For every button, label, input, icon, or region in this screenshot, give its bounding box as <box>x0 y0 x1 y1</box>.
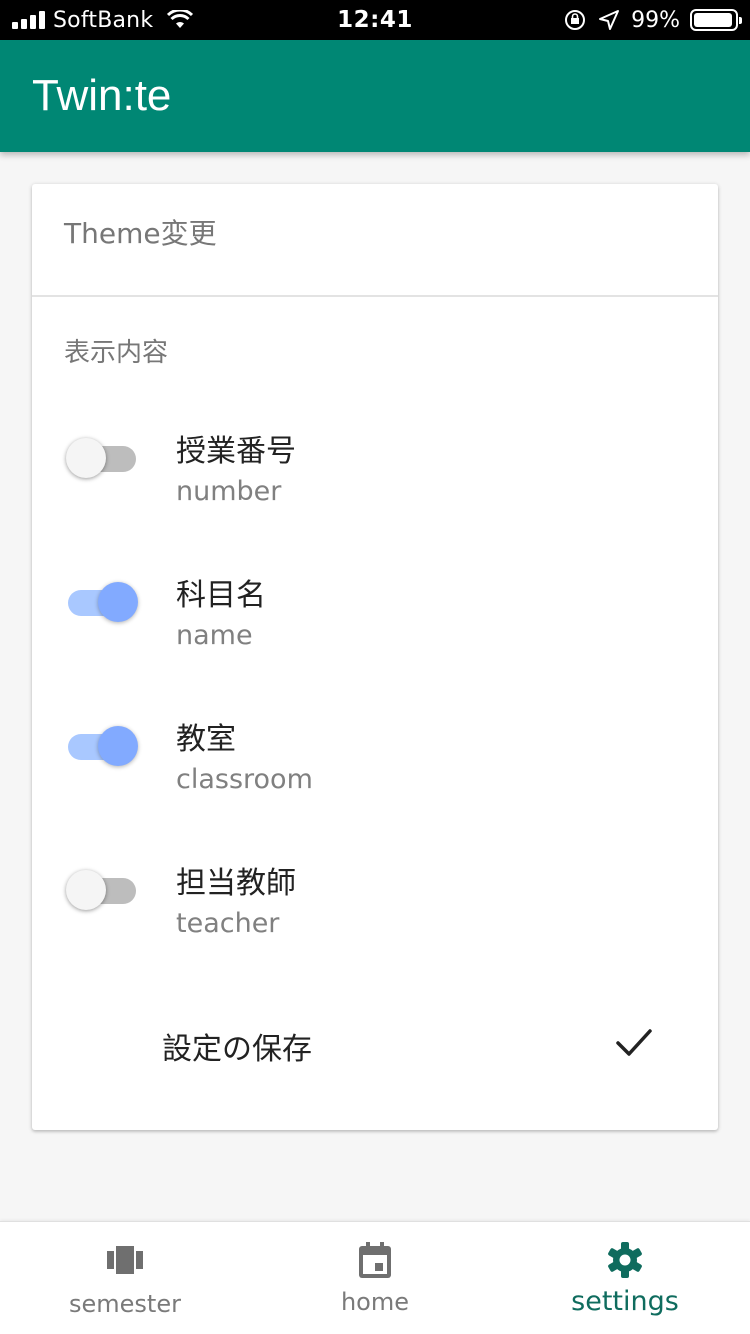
settings-card: Theme変更 表示内容 授業番号 number 科目名 name 教室 cla… <box>32 184 718 1130</box>
name-toggle[interactable] <box>66 580 138 624</box>
display-content-heading: 表示内容 <box>64 338 169 368</box>
bottom-navigation: semester home settings <box>0 1221 750 1334</box>
setting-row-number: 授業番号 number <box>32 426 718 526</box>
orientation-lock-icon <box>565 10 586 30</box>
teacher-toggle[interactable] <box>66 868 138 912</box>
save-settings-button[interactable]: 設定の保存 <box>32 1004 718 1084</box>
setting-title: 教室 <box>176 722 236 757</box>
status-bar: SoftBank 12:41 99% <box>0 0 750 40</box>
setting-title: 担当教師 <box>176 866 296 901</box>
nav-home[interactable]: home <box>250 1222 500 1334</box>
number-toggle[interactable] <box>66 436 138 480</box>
setting-row-classroom: 教室 classroom <box>32 714 718 814</box>
nav-semester[interactable]: semester <box>0 1222 250 1334</box>
switch-thumb <box>98 726 138 766</box>
calendar-icon <box>359 1242 391 1278</box>
location-arrow-icon <box>599 10 620 30</box>
theme-change-label: Theme変更 <box>64 217 217 250</box>
switch-thumb <box>66 870 106 910</box>
switch-thumb <box>98 582 138 622</box>
switch-thumb <box>66 438 106 478</box>
setting-title: 授業番号 <box>176 434 296 469</box>
setting-subtitle: classroom <box>176 764 313 795</box>
setting-row-name: 科目名 name <box>32 570 718 670</box>
setting-subtitle: name <box>176 620 253 651</box>
app-title: Twin:te <box>32 71 172 120</box>
battery-icon <box>690 9 742 31</box>
nav-semester-label: semester <box>69 1290 181 1318</box>
setting-subtitle: teacher <box>176 908 280 939</box>
gear-icon <box>608 1242 642 1278</box>
nav-home-label: home <box>340 1288 410 1316</box>
nav-settings-label: settings <box>571 1286 679 1317</box>
app-bar: Twin:te <box>0 40 750 152</box>
theme-change-row[interactable]: Theme変更 <box>32 184 718 297</box>
nav-settings[interactable]: settings <box>500 1222 750 1334</box>
setting-title: 科目名 <box>176 578 266 613</box>
battery-percentage: 99% <box>631 7 680 33</box>
check-icon <box>616 1029 652 1056</box>
setting-row-teacher: 担当教師 teacher <box>32 858 718 958</box>
classroom-toggle[interactable] <box>66 724 138 768</box>
save-settings-label: 設定の保存 <box>162 1032 312 1067</box>
status-bar-right: 99% <box>563 0 742 40</box>
semester-icon <box>107 1246 143 1274</box>
setting-subtitle: number <box>176 476 282 507</box>
